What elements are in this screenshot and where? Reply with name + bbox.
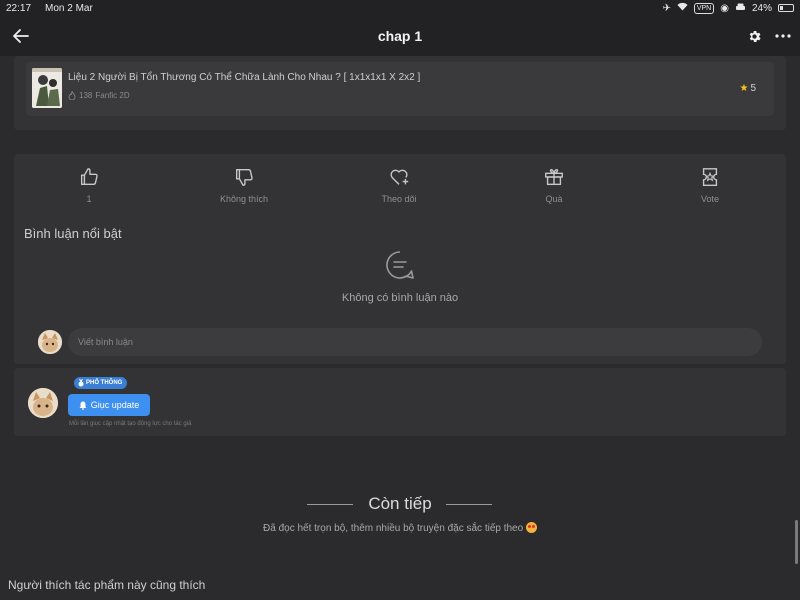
status-bar: 22:17 Mon 2 Mar ✈ VPN ◉ 24% xyxy=(0,0,800,16)
request-update-button[interactable]: Giục update xyxy=(68,394,150,416)
heart-plus-icon xyxy=(390,169,409,185)
heart-eyes-emoji-icon xyxy=(525,522,537,533)
star-icon: ★ xyxy=(739,83,749,94)
back-button[interactable] xyxy=(10,25,32,47)
continue-subtitle: Đã đọc hết trọn bộ, thêm nhiều bộ truyện… xyxy=(0,522,800,534)
wifi-icon xyxy=(677,2,688,14)
comment-input[interactable] xyxy=(68,328,762,356)
more-horizontal-icon xyxy=(775,34,791,38)
gift-label: Quà xyxy=(545,194,563,204)
book-cover-image xyxy=(32,68,62,108)
gift-button[interactable]: Quà xyxy=(514,166,594,204)
status-indicators: ✈ VPN ◉ 24% xyxy=(662,2,794,14)
book-category: Fanfic 2D xyxy=(95,91,130,100)
location-icon: ◉ xyxy=(720,2,729,14)
book-section: Liệu 2 Người Bị Tổn Thương Có Thể Chữa L… xyxy=(14,56,786,130)
update-note: Mỗi lần giục cập nhật tạo động lực cho t… xyxy=(69,421,192,427)
follow-button[interactable]: Theo dõi xyxy=(359,166,439,204)
continue-title: Còn tiếp xyxy=(368,494,432,513)
book-rating: ★ 5 xyxy=(739,83,756,94)
gear-icon xyxy=(749,30,761,42)
chat-bubble-icon xyxy=(386,251,414,279)
request-update-label: Giục update xyxy=(90,400,140,410)
battery-percent: 24% xyxy=(751,2,772,14)
follow-label: Theo dõi xyxy=(381,194,417,204)
scrollbar[interactable] xyxy=(795,520,798,564)
flame-icon xyxy=(68,91,76,100)
rating-value: 5 xyxy=(750,83,756,94)
settings-button[interactable] xyxy=(744,26,764,46)
recommendations-heading: Người thích tác phẩm này cũng thích xyxy=(8,578,206,592)
navigation-bar: chap 1 xyxy=(0,16,800,56)
featured-comments-heading: Bình luận nổi bật xyxy=(24,226,122,241)
vote-ticket-icon xyxy=(702,168,718,186)
dislike-button[interactable]: Không thích xyxy=(204,166,284,204)
medal-icon xyxy=(78,379,84,387)
airplane-icon: ✈ xyxy=(662,2,671,14)
bell-icon xyxy=(79,401,87,410)
author-avatar xyxy=(28,388,58,418)
user-avatar xyxy=(38,330,62,354)
empty-comments-text: Không có bình luận nào xyxy=(341,292,459,304)
car-icon xyxy=(735,3,746,14)
page-title: chap 1 xyxy=(377,28,423,44)
book-meta: 138 Fanfic 2D xyxy=(68,91,130,100)
status-time: 22:17 xyxy=(6,2,32,14)
divider-right xyxy=(446,504,492,505)
arrow-left-icon xyxy=(13,29,29,43)
battery-icon xyxy=(778,4,794,12)
vpn-badge: VPN xyxy=(693,2,715,14)
like-button[interactable]: 1 xyxy=(49,166,129,204)
vote-button[interactable]: Vote xyxy=(670,166,750,204)
update-request-section: PHỔ THÔNG Giục update Mỗi lần giục cập n… xyxy=(14,368,786,436)
tier-badge-label: PHỔ THÔNG xyxy=(86,380,123,386)
continue-subtitle-text: Đã đọc hết trọn bộ, thêm nhiều bộ truyện… xyxy=(263,523,524,534)
like-count: 1 xyxy=(86,194,92,204)
gift-icon xyxy=(545,168,563,186)
tier-badge: PHỔ THÔNG xyxy=(74,377,128,389)
vote-label: Vote xyxy=(700,194,720,204)
thumbs-up-icon xyxy=(80,168,98,186)
book-views: 138 xyxy=(79,91,93,100)
dislike-label: Không thích xyxy=(219,194,269,204)
thumbs-down-icon xyxy=(235,168,253,186)
book-title: Liệu 2 Người Bị Tổn Thương Có Thể Chữa L… xyxy=(68,72,421,83)
book-card[interactable]: Liệu 2 Người Bị Tổn Thương Có Thể Chữa L… xyxy=(26,62,774,116)
status-date: Mon 2 Mar xyxy=(45,2,93,14)
more-options-button[interactable] xyxy=(772,26,794,46)
reaction-section: 1 Không thích Theo dõi Quà Vote Bình luậ… xyxy=(14,154,786,364)
